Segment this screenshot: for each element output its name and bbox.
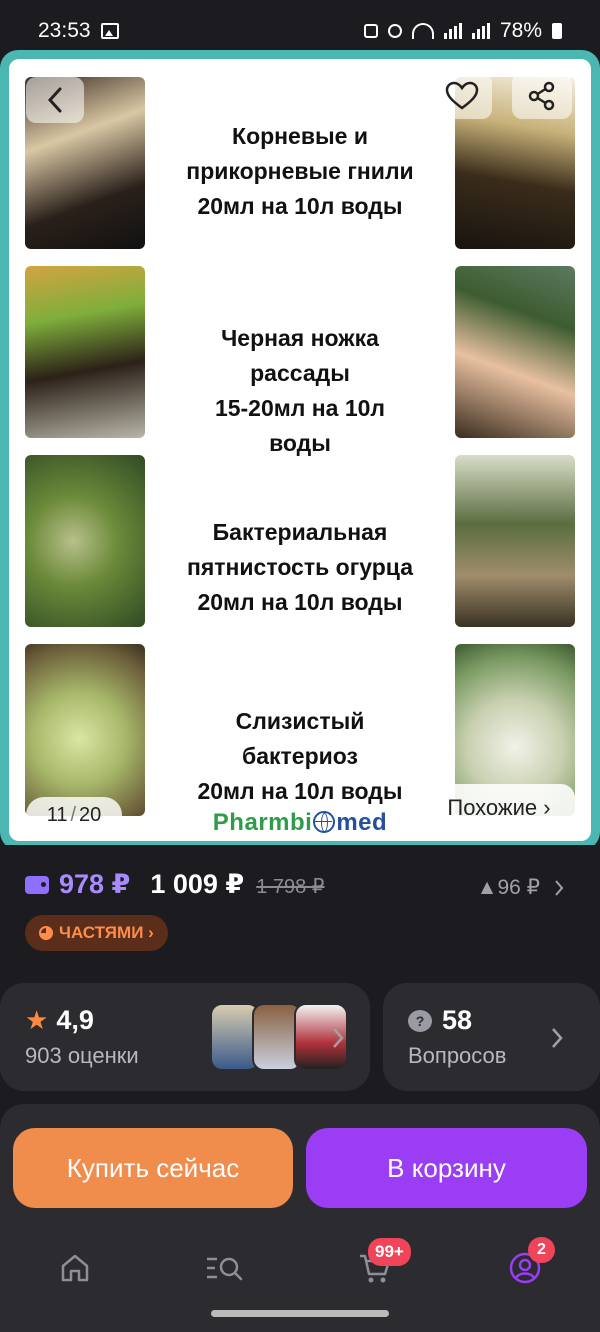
back-arrow-icon (47, 87, 62, 113)
rating-card[interactable]: ★ 4,9 903 оценки (0, 983, 370, 1091)
bottom-panel: Купить сейчас В корзину 99+ 2 (0, 1104, 600, 1332)
battery-saver-icon (363, 24, 378, 38)
back-button[interactable] (26, 77, 84, 123)
battery-icon (552, 23, 562, 39)
wallet-price: 978 ₽ (59, 869, 131, 899)
tab-catalog[interactable] (205, 1248, 245, 1288)
favorite-button[interactable] (432, 73, 492, 119)
current-price: 1 009 ₽ (150, 869, 245, 899)
photo-cabbage (25, 644, 145, 816)
tab-home[interactable] (55, 1248, 95, 1288)
photo-black-leg (25, 266, 145, 438)
product-gallery[interactable]: Корневые и прикорневые гнили 20мл на 10л… (0, 50, 600, 850)
add-to-cart-button[interactable]: В корзину (306, 1128, 587, 1208)
alarm-icon (387, 24, 402, 38)
status-time: 23:53 (38, 19, 91, 42)
photo-cucumber-spot-2 (455, 455, 575, 627)
disease-slimy-bacteriosis: Слизистый бактериоз 20мл на 10л воды (197, 708, 403, 804)
share-icon (528, 81, 555, 111)
star-icon: ★ (25, 1005, 49, 1035)
price-row[interactable]: 978 ₽ 1 009 ₽ 1 798 ₽ (25, 869, 325, 900)
chevron-right-icon (333, 1028, 344, 1048)
questions-card[interactable]: ? 58 Вопросов (383, 983, 600, 1091)
installments-label: ЧАСТЯМИ › (59, 923, 154, 942)
review-photos (210, 1003, 348, 1071)
battery-percent: 78% (499, 19, 542, 42)
signal-2-icon (471, 23, 490, 39)
disease-root-rot: Корневые и прикорневые гнили 20мл на 10л… (186, 123, 414, 219)
home-indicator[interactable] (211, 1310, 389, 1317)
questions-count: 58 (442, 1005, 473, 1035)
price-delta: ▲96 ₽ (476, 876, 540, 899)
old-price: 1 798 ₽ (256, 876, 325, 898)
signal-icon (443, 23, 462, 39)
price-card: 978 ₽ 1 009 ₽ 1 798 ₽ ▲96 ₽ ЧАСТЯМИ › (0, 845, 600, 970)
photo-black-leg-2 (455, 266, 575, 438)
heart-icon (445, 81, 479, 110)
wallet-icon (25, 876, 49, 894)
tab-bar: 99+ 2 (0, 1232, 600, 1302)
status-icons: 78% (363, 19, 562, 43)
price-history-button[interactable]: ▲96 ₽ (477, 875, 564, 900)
question-bubble-icon: ? (408, 1009, 432, 1032)
photo-cucumber-spot (25, 455, 145, 627)
pie-icon (39, 926, 53, 940)
brand-logo: Pharmbi med (212, 809, 388, 836)
cart-badge: 99+ (368, 1238, 411, 1266)
disease-bacterial-spot: Бактериальная пятнистость огурца 20мл на… (186, 519, 414, 615)
installments-badge[interactable]: ЧАСТЯМИ › (25, 915, 168, 951)
home-icon (61, 1254, 89, 1282)
profile-badge: 2 (528, 1237, 555, 1263)
questions-top: ? 58 (408, 1005, 472, 1036)
rating-value: 4,9 (56, 1005, 94, 1035)
catalog-search-icon (207, 1257, 243, 1281)
rating-top: ★ 4,9 (25, 1005, 94, 1036)
wifi-icon (411, 23, 434, 39)
chevron-right-icon (552, 1028, 563, 1048)
gallery-notification-icon (100, 23, 119, 39)
globe-icon (313, 811, 336, 833)
rating-count: 903 оценки (25, 1043, 139, 1068)
questions-label: Вопросов (408, 1043, 507, 1068)
disease-black-leg: Черная ножка рассады 15-20мл на 10л воды (214, 325, 386, 456)
share-button[interactable] (512, 73, 572, 119)
buy-now-button[interactable]: Купить сейчас (13, 1128, 293, 1208)
chevron-right-icon (555, 879, 564, 896)
gallery-image[interactable]: Корневые и прикорневые гнили 20мл на 10л… (9, 59, 591, 841)
